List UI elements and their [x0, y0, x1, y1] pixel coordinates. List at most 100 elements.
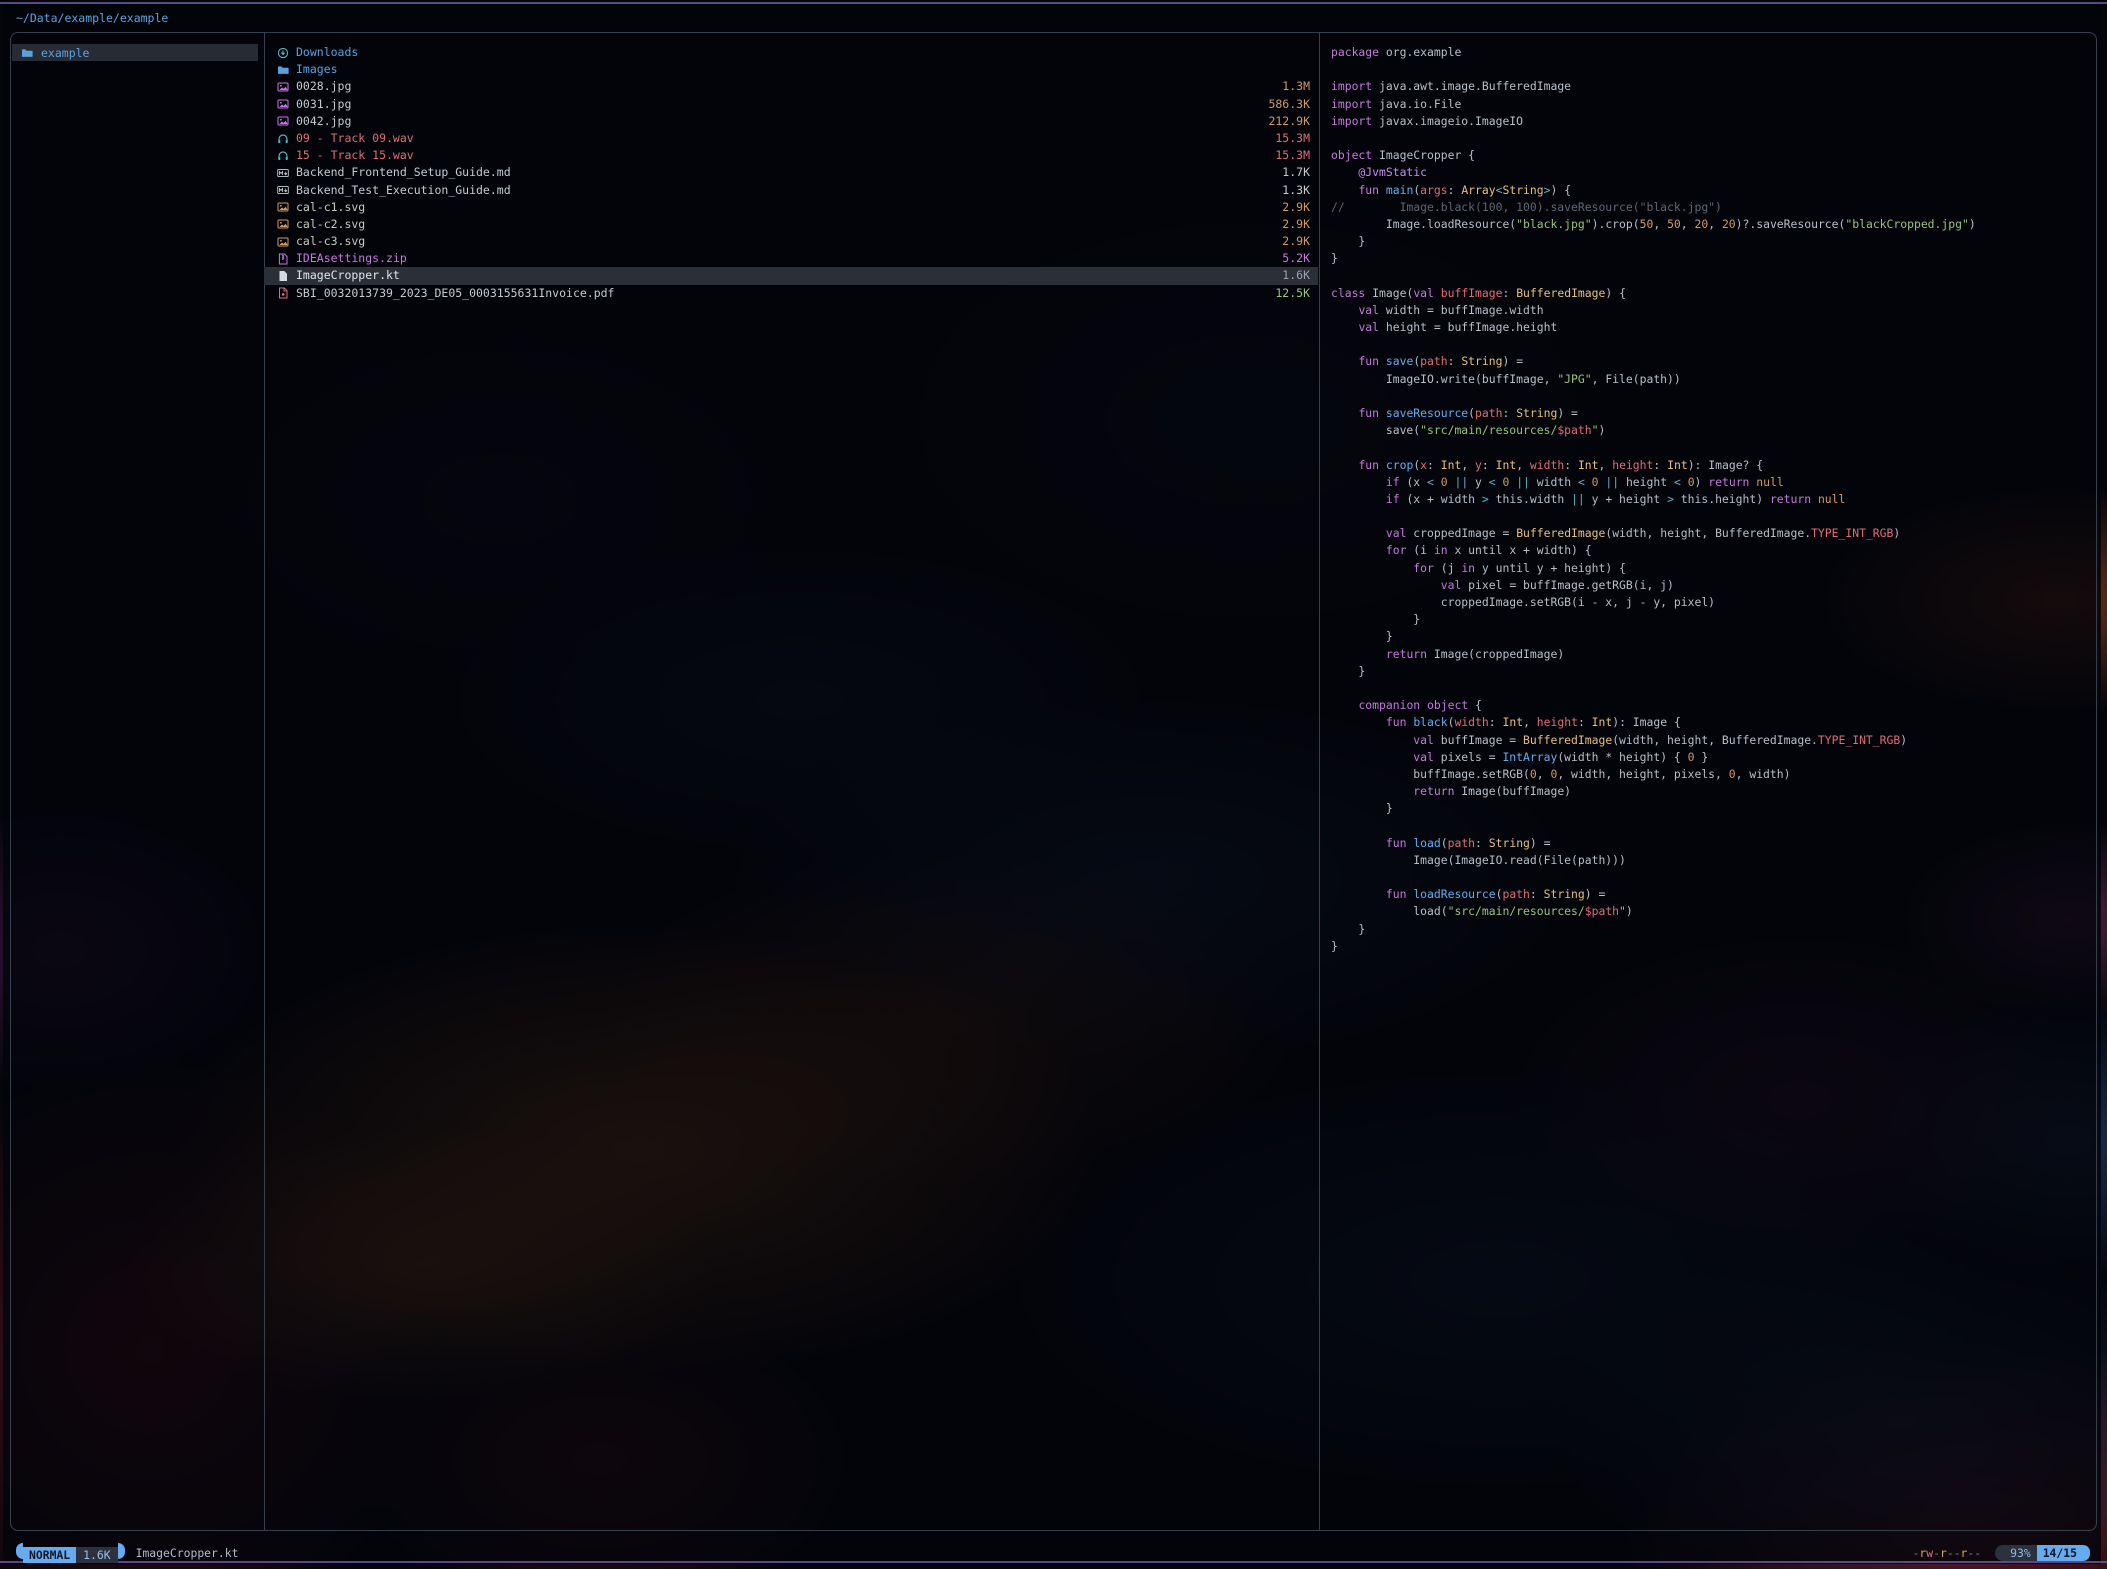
code-line [1331, 869, 2091, 886]
pill-left-cap-icon [16, 1543, 23, 1559]
file-size: 2.9K [1282, 233, 1310, 250]
permissions: -rw-r--r-- [1913, 1546, 1982, 1560]
code-line: } [1331, 921, 2091, 938]
parent-dir-item[interactable]: example [12, 44, 258, 61]
file-row[interactable]: SBI_0032013739_2023_DE05_0003155631Invoi… [264, 285, 1318, 302]
code-line: val pixel = buffImage.getRGB(i, j) [1331, 577, 2091, 594]
file-name: SBI_0032013739_2023_DE05_0003155631Invoi… [296, 285, 615, 302]
status-bar: NORMAL1.6K ImageCropper.kt -rw-r--r-- 93… [16, 1545, 2090, 1561]
code-line: fun black(width: Int, height: Int): Imag… [1331, 714, 2091, 731]
file-name: 0042.jpg [296, 113, 351, 130]
code-line: if (x + width > this.width || y + height… [1331, 491, 2091, 508]
folder-icon [276, 64, 289, 76]
file-size: 2.9K [1282, 199, 1310, 216]
file-row[interactable]: 09 - Track 09.wav 15.3M [264, 130, 1318, 147]
file-name: cal-c2.svg [296, 216, 365, 233]
zip-icon [276, 253, 289, 265]
pill-left-cap-icon [1995, 1545, 2004, 1561]
code-line: val buffImage = BufferedImage(width, hei… [1331, 732, 2091, 749]
code-line: } [1331, 800, 2091, 817]
code-line [1331, 680, 2091, 697]
file-row[interactable]: 0042.jpg212.9K [264, 113, 1318, 130]
code-line: object ImageCropper { [1331, 147, 2091, 164]
image-icon [276, 201, 289, 213]
file-size: 1.7K [1282, 164, 1310, 181]
image-icon [276, 218, 289, 230]
file-row[interactable]: Images [264, 61, 1318, 78]
file-row[interactable]: Downloads [264, 44, 1318, 61]
file-size: 5.2K [1282, 250, 1310, 267]
mode-indicator: NORMAL [23, 1547, 76, 1563]
file-name: 0031.jpg [296, 96, 351, 113]
code-line: @JvmStatic [1331, 164, 2091, 181]
file-row[interactable]: 0028.jpg1.3M [264, 78, 1318, 95]
audio-icon [276, 150, 289, 162]
code-line: return Image(buffImage) [1331, 783, 2091, 800]
code-line: croppedImage.setRGB(i - x, j - y, pixel) [1331, 594, 2091, 611]
code-line: val pixels = IntArray(width * height) { … [1331, 749, 2091, 766]
file-row[interactable]: cal-c2.svg2.9K [264, 216, 1318, 233]
code-line: fun main(args: Array<String>) { [1331, 182, 2091, 199]
file-row[interactable]: 0031.jpg 586.3K [264, 96, 1318, 113]
file-size: 586.3K [1268, 96, 1310, 113]
code-line: fun loadResource(path: String) = [1331, 886, 2091, 903]
pill-right-cap-icon [118, 1543, 125, 1559]
code-line: } [1331, 250, 2091, 267]
file-row[interactable]: ImageCropper.kt 1.6K [264, 267, 1318, 284]
file-name: Backend_Test_Execution_Guide.md [296, 182, 511, 199]
code-preview: package org.example import java.awt.imag… [1331, 44, 2091, 955]
breadcrumb-path: ~/Data/example/example [16, 8, 168, 28]
code-line: fun saveResource(path: String) = [1331, 405, 2091, 422]
file-name: Downloads [296, 44, 358, 61]
code-line: buffImage.setRGB(0, 0, width, height, pi… [1331, 766, 2091, 783]
mode-pill: NORMAL1.6K [16, 1543, 125, 1563]
code-line: import java.io.File [1331, 96, 2091, 113]
code-line: class Image(val buffImage: BufferedImage… [1331, 285, 2091, 302]
file-size: 15.3M [1275, 130, 1310, 147]
file-size-badge: 1.6K [76, 1547, 117, 1563]
pdf-icon [276, 287, 289, 299]
file-size: 15.3M [1275, 147, 1310, 164]
code-line: fun crop(x: Int, y: Int, width: Int, hei… [1331, 457, 2091, 474]
code-line: fun save(path: String) = [1331, 353, 2091, 370]
file-list: DownloadsImages0028.jpg1.3M0031.jpg 586.3… [264, 44, 1318, 302]
status-right-group: -rw-r--r-- 93%14/15 [1913, 1545, 2090, 1561]
code-line: import java.awt.image.BufferedImage [1331, 78, 2091, 95]
file-row[interactable]: 15 - Track 15.wav 15.3M [264, 147, 1318, 164]
image-icon [276, 236, 289, 248]
file-row[interactable]: IDEAsettings.zip5.2K [264, 250, 1318, 267]
folder-download-icon [276, 47, 289, 59]
parent-dir-label: example [41, 46, 89, 60]
file-name: ImageCropper.kt [296, 267, 400, 284]
code-line: } [1331, 611, 2091, 628]
file-row[interactable]: Backend_Test_Execution_Guide.md1.3K [264, 182, 1318, 199]
code-line: Image.loadResource("black.jpg").crop(50,… [1331, 216, 2091, 233]
code-line [1331, 267, 2091, 284]
file-size: 1.6K [1282, 267, 1310, 284]
file-manager-window: ~/Data/example/example example Downloads… [0, 0, 2107, 1569]
code-line: val croppedImage = BufferedImage(width, … [1331, 525, 2091, 542]
code-line [1331, 388, 2091, 405]
image-icon [276, 98, 289, 110]
code-line: for (i in x until x + width) { [1331, 542, 2091, 559]
audio-icon [276, 133, 289, 145]
code-line [1331, 439, 2091, 456]
file-name: 15 - Track 15.wav [296, 147, 414, 164]
pane-separator [1319, 33, 1320, 1530]
file-name: 09 - Track 09.wav [296, 130, 414, 147]
code-line [1331, 817, 2091, 834]
code-line [1331, 508, 2091, 525]
code-line: val width = buffImage.width [1331, 302, 2091, 319]
parent-directory-pane: example [12, 44, 262, 61]
file-row[interactable]: cal-c3.svg2.9K [264, 233, 1318, 250]
folder-icon [20, 47, 33, 59]
markdown-icon [276, 167, 289, 179]
file-row[interactable]: cal-c1.svg2.9K [264, 199, 1318, 216]
file-name: Images [296, 61, 338, 78]
file-row[interactable]: Backend_Frontend_Setup_Guide.md1.7K [264, 164, 1318, 181]
code-line: fun load(path: String) = [1331, 835, 2091, 852]
code-line: package org.example [1331, 44, 2091, 61]
scroll-percent: 93% [2004, 1545, 2037, 1561]
code-line: } [1331, 233, 2091, 250]
image-icon [276, 81, 289, 93]
